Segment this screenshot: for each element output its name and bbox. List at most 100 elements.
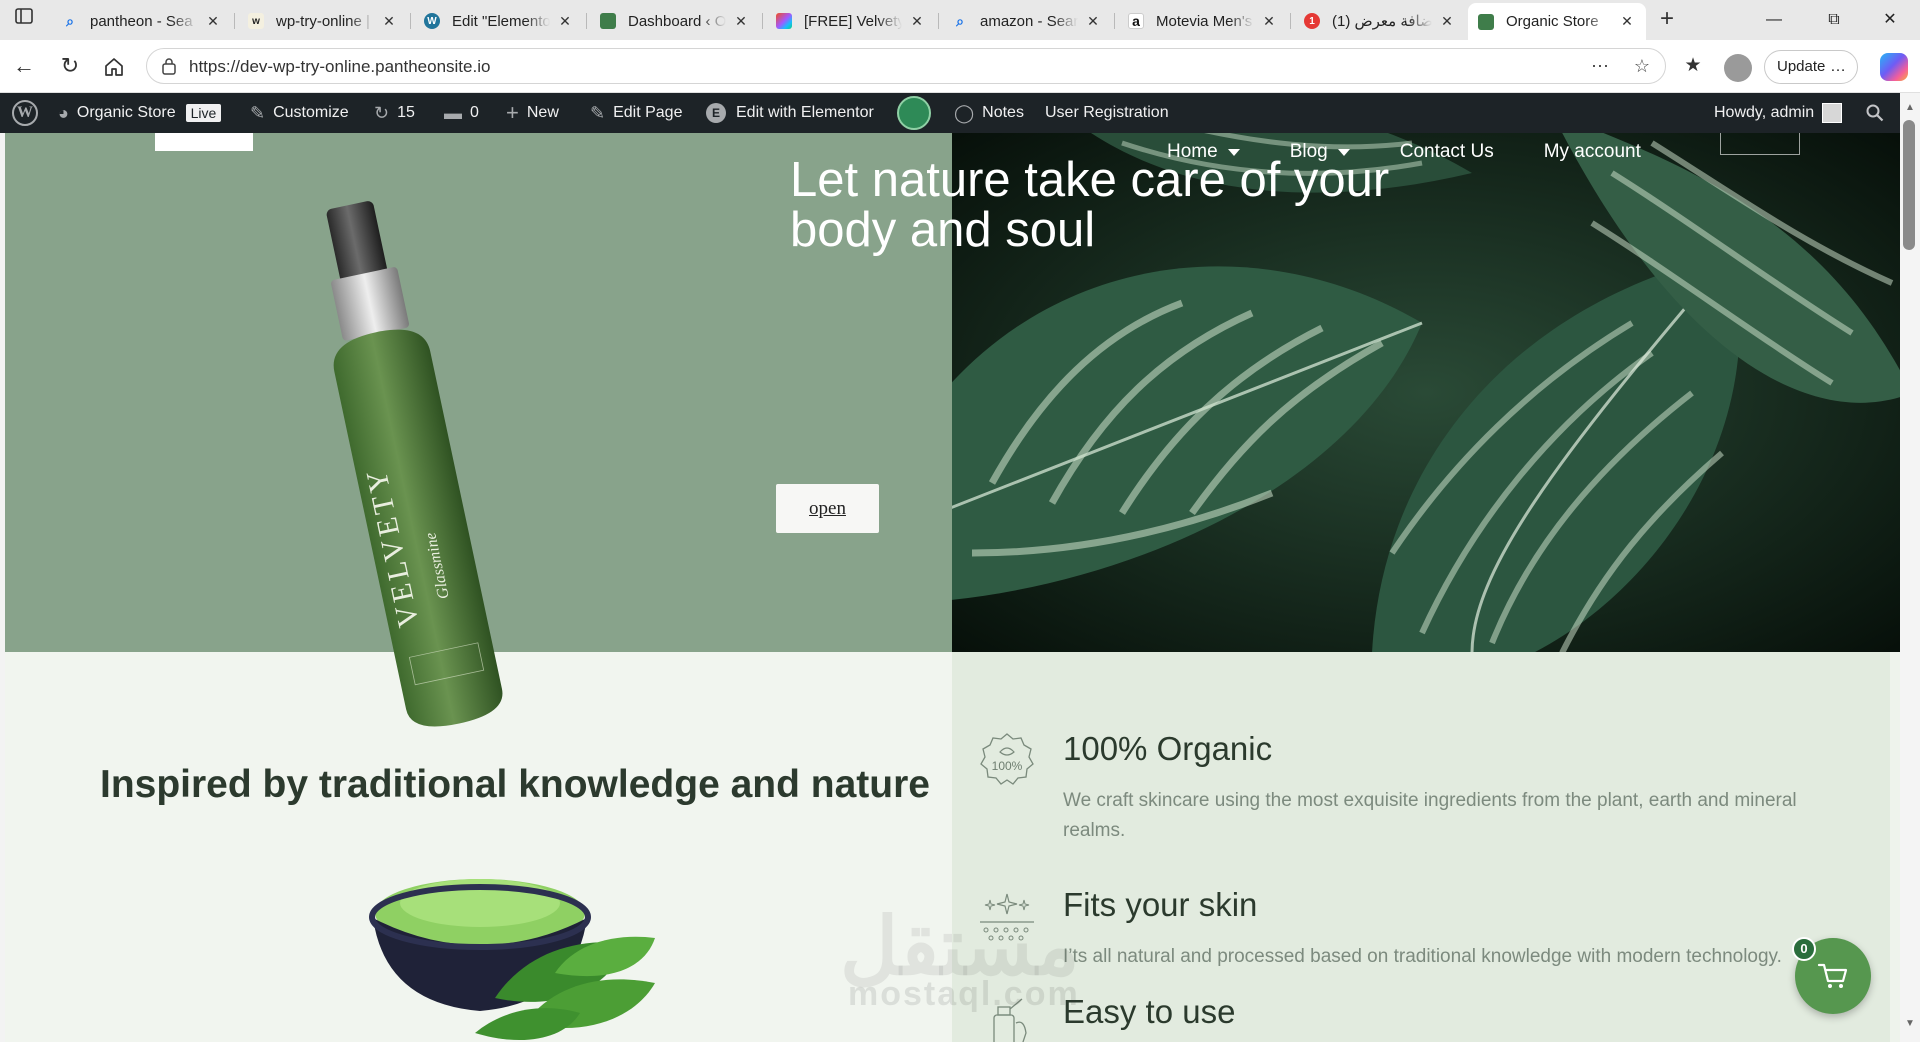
- profile-avatar[interactable]: [1724, 54, 1752, 82]
- tab-title: (1) إضافة معرض: [1332, 13, 1432, 30]
- tab-motevia-amazon[interactable]: a Motevia Men's ✕: [1118, 5, 1288, 37]
- feature-title: 100% Organic: [1063, 730, 1273, 767]
- user-registration-label: User Registration: [1045, 104, 1169, 121]
- cart-icon: [1817, 963, 1848, 988]
- close-tab-icon[interactable]: ✕: [908, 13, 926, 30]
- site-info-icon[interactable]: [161, 57, 177, 75]
- more-menu-icon[interactable]: …: [1830, 51, 1847, 83]
- scroll-up-arrow-icon[interactable]: ▲: [1902, 100, 1918, 116]
- admin-search-button[interactable]: [1866, 93, 1884, 133]
- notes-link[interactable]: ◯ Notes: [954, 93, 1024, 133]
- tab-title: Dashboard ‹ Or: [628, 12, 726, 30]
- cart-count-badge: 0: [1792, 937, 1816, 961]
- url-text: https://dev-wp-try-online.pantheonsite.i…: [189, 57, 491, 76]
- close-tab-icon[interactable]: ✕: [732, 13, 750, 30]
- site-name: Organic Store: [76, 104, 176, 121]
- close-tab-icon[interactable]: ✕: [1618, 13, 1636, 30]
- update-button[interactable]: Update …: [1764, 50, 1858, 84]
- features-panel: [952, 652, 1890, 1042]
- comments-link[interactable]: ▬ 0: [444, 93, 479, 133]
- page-content: Home Blog Contact Us My account Let natu…: [5, 133, 1900, 1042]
- search-icon: ⌕: [66, 12, 74, 29]
- wp-try-icon: w: [248, 13, 264, 29]
- chat-bubble-icon: ◯: [954, 102, 975, 123]
- browser-tab-strip: ⌕ pantheon - Sea ✕ w wp-try-online | ✕ W…: [0, 0, 1920, 40]
- organic-store-icon: [1478, 13, 1494, 30]
- site-logo[interactable]: [155, 133, 253, 151]
- updates-icon: ↻: [374, 102, 390, 123]
- tab-dashboard[interactable]: Dashboard ‹ Or ✕: [590, 5, 760, 37]
- plugin-avatar-button[interactable]: [897, 93, 931, 133]
- tab-velvety-figma[interactable]: [FREE] Velvety ✕: [766, 5, 936, 37]
- new-label: New: [526, 104, 559, 121]
- tab-title: amazon - Sear: [980, 12, 1078, 30]
- close-tab-icon[interactable]: ✕: [1260, 13, 1278, 30]
- tab-actions-icon[interactable]: [6, 6, 42, 34]
- open-button[interactable]: open: [776, 484, 879, 533]
- reload-button[interactable]: ↻: [54, 51, 86, 83]
- favorite-star-icon[interactable]: ☆: [1629, 54, 1655, 80]
- home-button[interactable]: [98, 51, 130, 83]
- header-cart-widget[interactable]: [1720, 133, 1800, 155]
- minimize-button[interactable]: —: [1744, 0, 1804, 40]
- close-tab-icon[interactable]: ✕: [1084, 13, 1102, 30]
- hero-title: Let nature take care of your body and so…: [790, 155, 1490, 255]
- close-tab-icon[interactable]: ✕: [1438, 13, 1456, 30]
- close-tab-icon[interactable]: ✕: [380, 13, 398, 30]
- howdy-label: Howdy, admin: [1714, 104, 1815, 121]
- feature-title: Easy to use: [1063, 993, 1236, 1030]
- new-tab-button[interactable]: +: [1652, 6, 1682, 34]
- customize-link[interactable]: ✎ Customize: [250, 93, 349, 133]
- tab-amazon-search[interactable]: ⌕ amazon - Sear ✕: [942, 5, 1112, 37]
- hero-title-line-2: body and soul: [790, 203, 1096, 257]
- admin-avatar: [1822, 103, 1843, 123]
- tab-title: wp-try-online |: [276, 12, 370, 30]
- search-icon: [1866, 104, 1884, 122]
- elementor-icon: E: [706, 103, 726, 123]
- scrollbar-thumb[interactable]: [1903, 120, 1915, 250]
- site-name-menu[interactable]: ◕ Organic Store Live: [58, 93, 222, 133]
- address-bar[interactable]: https://dev-wp-try-online.pantheonsite.i…: [146, 48, 1666, 84]
- amazon-icon: a: [1128, 13, 1144, 29]
- feature-title: Fits your skin: [1063, 886, 1258, 923]
- close-window-button[interactable]: ✕: [1860, 0, 1920, 40]
- wp-admin-bar: W ◕ Organic Store Live ✎ Customize ↻ 15 …: [0, 93, 1900, 133]
- figma-icon: [776, 13, 792, 29]
- tab-mostaql[interactable]: 1 (1) إضافة معرض ✕: [1294, 5, 1466, 37]
- scroll-down-arrow-icon[interactable]: ▼: [1902, 1016, 1918, 1032]
- tab-pantheon-search[interactable]: ⌕ pantheon - Sea ✕: [52, 5, 232, 37]
- search-icon: ⌕: [956, 12, 964, 29]
- updates-link[interactable]: ↻ 15: [374, 93, 415, 133]
- wordpress-icon: W: [424, 13, 440, 29]
- update-label: Update: [1777, 58, 1826, 75]
- copilot-icon[interactable]: [1880, 53, 1908, 81]
- close-tab-icon[interactable]: ✕: [204, 13, 222, 30]
- edit-elementor-link[interactable]: E Edit with Elementor: [706, 93, 874, 133]
- reading-mode-icon[interactable]: ⋯: [1587, 54, 1613, 80]
- dashboard-icon: ◕: [58, 102, 69, 123]
- feature-description: I’ts all natural and processed based on …: [1063, 946, 1782, 967]
- wordpress-logo-icon: W: [12, 100, 38, 126]
- tab-organic-store[interactable]: Organic Store ✕: [1468, 3, 1646, 40]
- tab-title: Organic Store: [1506, 13, 1599, 30]
- nav-my-account[interactable]: My account: [1544, 141, 1641, 163]
- tab-wp-try-online[interactable]: w wp-try-online | ✕: [238, 5, 408, 37]
- organic-store-icon: [600, 13, 616, 29]
- user-registration-link[interactable]: User Registration: [1045, 93, 1169, 133]
- new-content-menu[interactable]: + New: [506, 93, 559, 133]
- edit-page-link[interactable]: ✎ Edit Page: [590, 93, 682, 133]
- close-tab-icon[interactable]: ✕: [556, 13, 574, 30]
- my-account-menu[interactable]: Howdy, admin: [1714, 93, 1843, 133]
- wp-logo-menu[interactable]: W: [12, 93, 38, 133]
- hero-title-line-1: Let nature take care of your: [790, 153, 1390, 207]
- nav-my-account-label: My account: [1543, 141, 1641, 162]
- tab-title: pantheon - Sea: [90, 12, 193, 30]
- browser-toolbar: ← ↻ https://dev-wp-try-online.pantheonsi…: [0, 40, 1920, 93]
- restore-button[interactable]: ⧉: [1804, 0, 1864, 40]
- favorites-icon[interactable]: ★: [1678, 52, 1708, 82]
- section-title: Inspired by traditional knowledge and na…: [100, 763, 930, 806]
- back-button[interactable]: ←: [8, 51, 40, 83]
- tab-edit-elementor[interactable]: W Edit "Elementor ✕: [414, 5, 584, 37]
- matcha-bowl-image: [369, 879, 655, 1041]
- tab-title: Motevia Men's: [1156, 12, 1253, 30]
